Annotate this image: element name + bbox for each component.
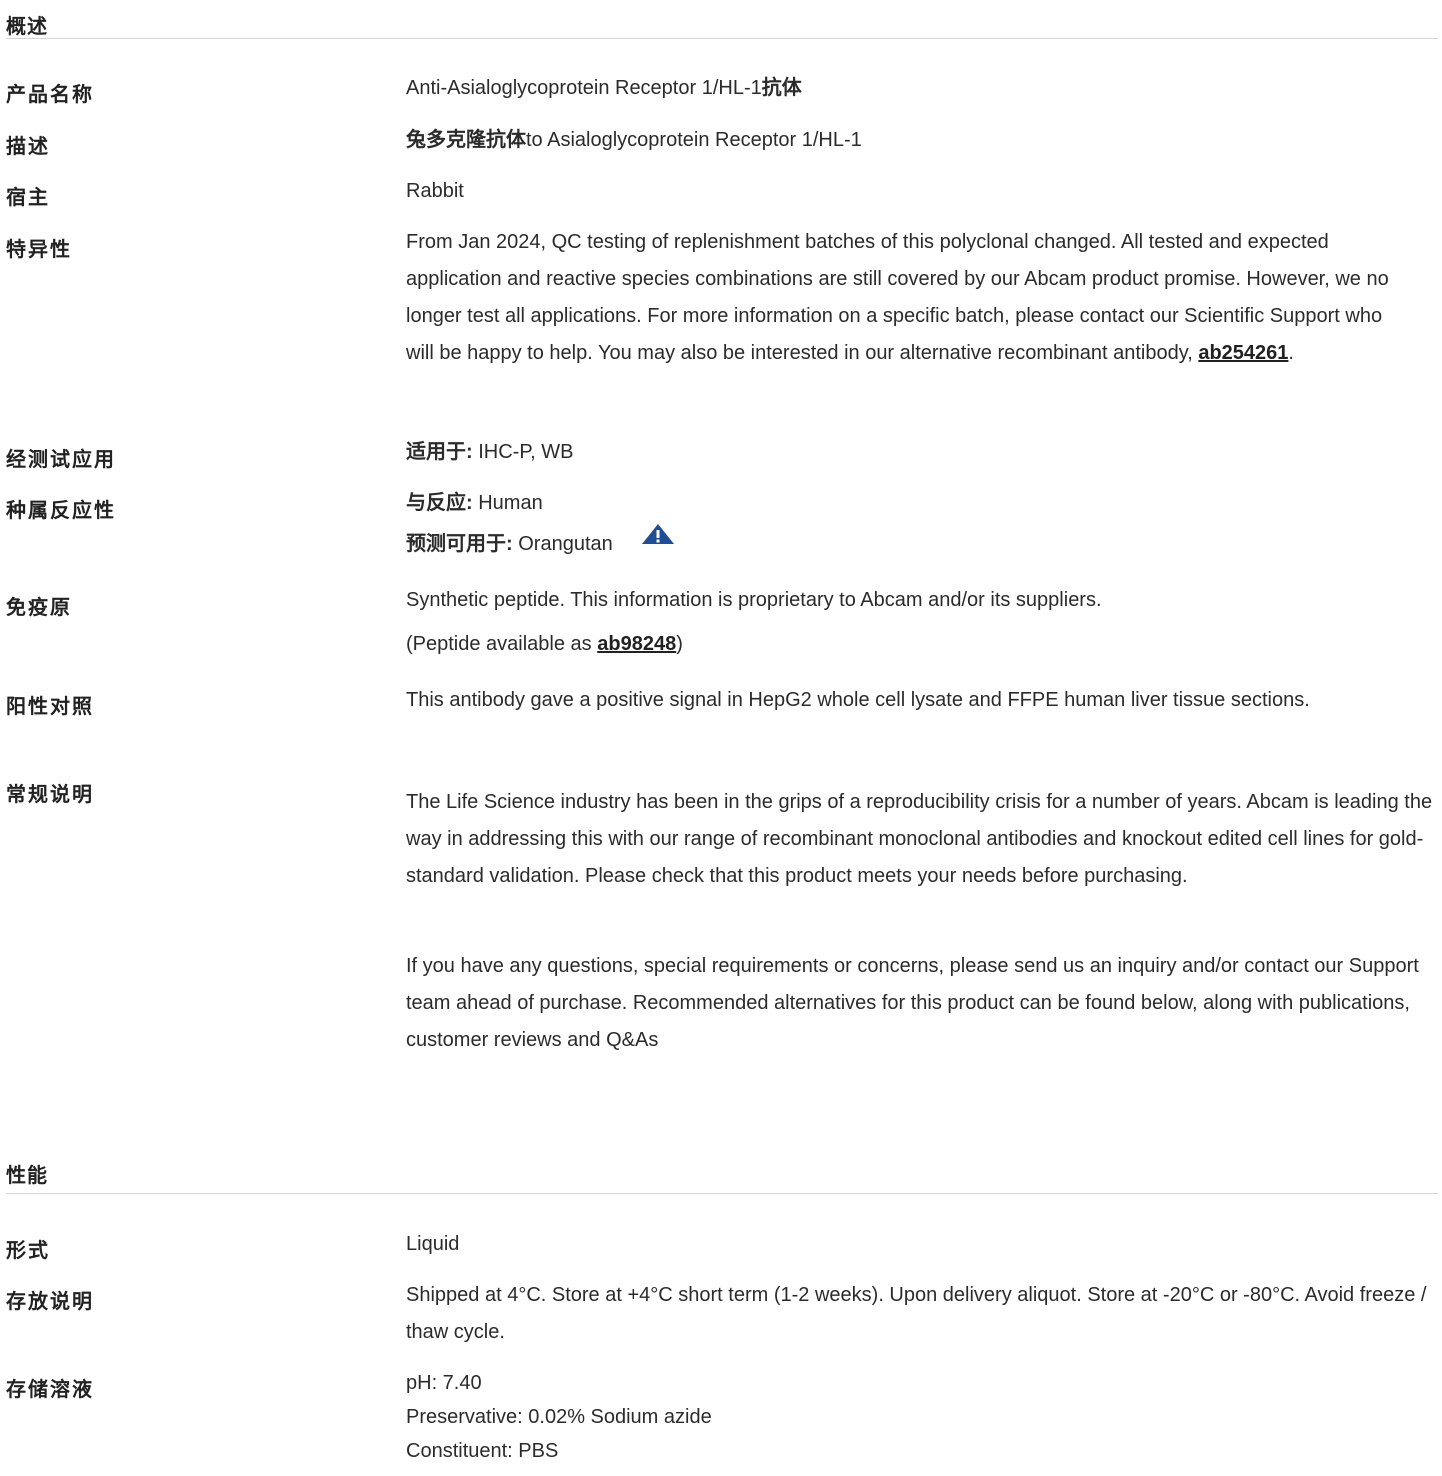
label-immunogen: 免疫原 — [6, 597, 72, 619]
section-divider — [6, 38, 1438, 39]
section-title-overview: 概述 — [6, 16, 48, 38]
value-immunogen-line1: Synthetic peptide. This information is p… — [406, 589, 1102, 611]
value-predicted: 预测可用于: Orangutan — [406, 509, 1440, 580]
value-form: Liquid — [406, 1233, 460, 1255]
value-tested-applications: 适用于: IHC-P, WB — [406, 441, 574, 463]
label-tested-applications: 经测试应用 — [6, 449, 116, 471]
section-divider — [6, 1193, 1438, 1194]
value-general-notes-para2: If you have any questions, special requi… — [406, 955, 1419, 1051]
value-buffer-line3: Constituent: PBS — [406, 1440, 559, 1462]
warning-triangle-icon[interactable] — [641, 504, 675, 574]
value-product-name: Anti-Asialoglycoprotein Receptor 1/HL-1抗… — [406, 77, 802, 99]
label-positive-control: 阳性对照 — [6, 696, 94, 718]
value-host: Rabbit — [406, 180, 464, 202]
label-general-notes: 常规说明 — [6, 784, 94, 806]
label-host: 宿主 — [6, 187, 50, 209]
value-buffer-line2: Preservative: 0.02% Sodium azide — [406, 1406, 712, 1428]
label-species-reactivity: 种属反应性 — [6, 500, 116, 522]
value-description: 兔多克隆抗体to Asialoglycoprotein Receptor 1/H… — [406, 129, 862, 151]
label-product-name: 产品名称 — [6, 84, 94, 106]
label-specificity: 特异性 — [6, 239, 72, 261]
label-form: 形式 — [6, 1240, 50, 1262]
value-positive-control: This antibody gave a positive signal in … — [406, 689, 1310, 711]
value-storage: Shipped at 4°C. Store at +4°C short term… — [406, 1284, 1427, 1343]
label-buffer: 存储溶液 — [6, 1379, 94, 1401]
value-immunogen-line2: (Peptide available as ab98248) — [406, 633, 683, 655]
value-buffer-line1: pH: 7.40 — [406, 1372, 482, 1394]
value-specificity: From Jan 2024, QC testing of replenishme… — [406, 231, 1389, 364]
link-ab254261[interactable]: ab254261 — [1198, 342, 1288, 364]
section-title-properties: 性能 — [6, 1165, 48, 1187]
label-description: 描述 — [6, 136, 50, 158]
label-storage: 存放说明 — [6, 1291, 94, 1313]
value-general-notes-para1: The Life Science industry has been in th… — [406, 791, 1433, 887]
link-ab98248[interactable]: ab98248 — [597, 633, 676, 655]
